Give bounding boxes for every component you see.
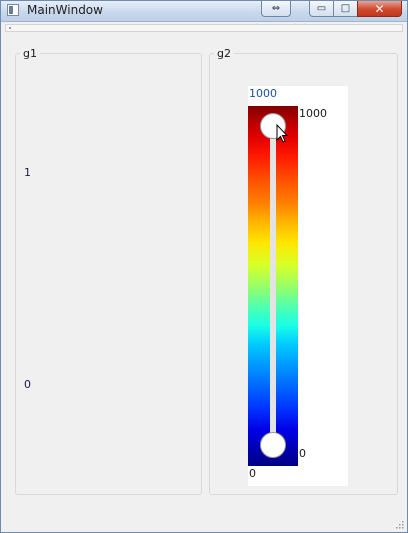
lower-value-display: 0 (249, 467, 256, 480)
title-bar[interactable]: MainWindow ⇔ ▭ □ ✕ (1, 1, 407, 22)
g1-label-top: 1 (24, 166, 31, 179)
close-button[interactable]: ✕ (357, 1, 402, 17)
maximize-button[interactable]: □ (333, 1, 358, 17)
g1-label-bottom: 0 (24, 378, 31, 391)
mouse-cursor-icon (276, 124, 288, 143)
range-slider-panel: 1000 1000 0 0 (248, 86, 348, 486)
group-box-g1: g1 (15, 47, 202, 495)
menu-bar[interactable] (5, 24, 403, 32)
slider-track[interactable] (270, 126, 276, 446)
minimize-button[interactable]: ▭ (309, 1, 334, 17)
app-icon[interactable] (7, 4, 19, 16)
snap-icon-button[interactable]: ⇔ (261, 1, 291, 17)
main-window: MainWindow ⇔ ▭ □ ✕ g1 1 0 g2 1000 1000 0… (0, 0, 408, 533)
min-label: 0 (299, 447, 306, 460)
resize-grip-icon[interactable] (395, 520, 404, 529)
upper-value-display: 1000 (249, 87, 277, 100)
max-label: 1000 (299, 107, 327, 120)
group-title-g2: g2 (214, 47, 234, 60)
group-title-g1: g1 (20, 47, 40, 60)
window-title: MainWindow (27, 3, 103, 17)
lower-handle[interactable] (260, 432, 286, 458)
